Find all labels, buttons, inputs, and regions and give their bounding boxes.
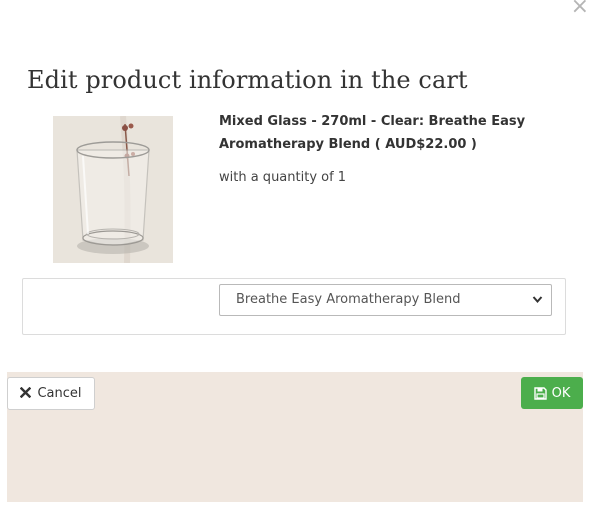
close-icon[interactable]: × [571,0,589,18]
ok-button[interactable]: OK [521,377,583,409]
product-image [53,116,173,263]
blend-select-value: Breathe Easy Aromatherapy Blend [236,292,461,307]
chevron-down-icon [532,285,543,327]
product-name: Mixed Glass - 270ml - Clear: Breathe Eas… [219,114,526,152]
cancel-label: Cancel [37,386,82,401]
edit-cart-modal: × Edit product information in the cart M… [0,0,595,523]
times-icon [20,386,32,401]
glass-image [53,116,173,263]
blend-select[interactable]: Breathe Easy Aromatherapy Blend [219,284,552,316]
floppy-disk-icon [533,386,547,400]
modal-title: Edit product information in the cart [27,66,468,94]
cancel-button[interactable]: Cancel [7,377,95,410]
ok-label: OK [551,385,571,401]
quantity-text: with a quantity of 1 [219,170,347,185]
